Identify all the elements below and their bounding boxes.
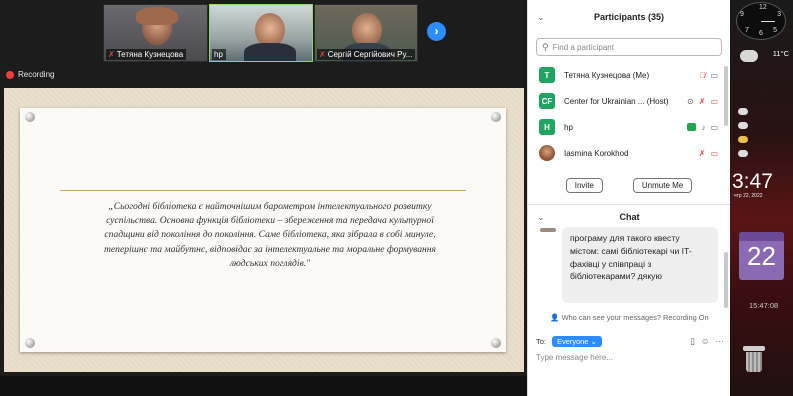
record-icon	[6, 70, 14, 79]
analog-clock-widget: 12 9 3 7 6 5	[736, 2, 786, 40]
chat-input[interactable]	[536, 353, 716, 362]
recycle-bin-icon[interactable]	[743, 346, 765, 374]
video-off-icon[interactable]: ▭	[710, 97, 718, 106]
meeting-bottom-bar	[0, 376, 527, 396]
chat-message: програму для такого квесту містом: самі …	[562, 227, 718, 303]
slide-quote: „Сьогодні бібліотека є найточнішим баром…	[103, 201, 437, 269]
scrollbar[interactable]	[724, 66, 728, 126]
cloud-icon	[738, 150, 748, 157]
desktop-widgets: 12 9 3 7 6 5 11°C 3:47 чтр 22, 2022 22 1…	[730, 0, 793, 396]
participant-row[interactable]: T Тетяна Кузнецова (Me) 🎙̸ ▭	[528, 62, 730, 88]
chevron-down-icon[interactable]: ⌄	[537, 12, 545, 23]
participant-name: Тетяна Кузнецова (Me)	[564, 70, 650, 80]
scrollbar[interactable]	[724, 252, 728, 308]
file-icon[interactable]: ▯	[690, 336, 695, 347]
participant-name: hp	[564, 122, 573, 132]
previous-message-edge	[540, 228, 556, 232]
video-thumbnail-active[interactable]: hp	[209, 4, 313, 62]
thumbnail-name: hp	[214, 50, 223, 59]
video-camera-icon[interactable]: ▭	[710, 71, 718, 80]
pin-icon	[491, 112, 501, 122]
invite-button[interactable]: Invite	[565, 177, 603, 193]
mic-muted-icon: ✗	[108, 50, 115, 59]
panel-divider	[528, 204, 731, 205]
participants-title: Participants (35)	[593, 12, 665, 22]
next-videos-button[interactable]: ›	[427, 22, 446, 41]
screen-share-icon	[687, 123, 697, 131]
participant-list: T Тетяна Кузнецова (Me) 🎙̸ ▭ CF Center f…	[528, 62, 730, 170]
sun-cloud-icon	[738, 136, 748, 143]
participant-search[interactable]: ⚲	[536, 38, 722, 56]
chevron-right-icon: ›	[434, 24, 439, 38]
calendar-widget: 22	[739, 232, 784, 280]
slide-paper: „Сьогодні бібліотека є найточнішим баром…	[20, 108, 506, 352]
avatar	[539, 145, 555, 161]
emoji-icon[interactable]: ☺	[701, 336, 710, 347]
avatar: T	[539, 67, 555, 83]
chat-header: ⌄ Chat	[528, 206, 731, 228]
mic-muted-icon[interactable]: ✗	[699, 149, 706, 158]
message-visibility-link[interactable]: 👤 Who can see your messages? Recording O…	[528, 313, 731, 322]
thumbnail-name: Тетяна Кузнецова	[116, 50, 184, 59]
weather-temperature: 11°C	[772, 49, 789, 58]
unmute-me-button[interactable]: Unmute Me	[632, 177, 693, 193]
participants-header: ⌄ Participants (35)	[528, 0, 730, 34]
cloud-icon	[738, 108, 748, 115]
chat-recipient-row: To: Everyone ⌄ ▯ ☺ ···	[536, 334, 724, 349]
participant-row[interactable]: H hp ♪ ▭	[528, 114, 730, 140]
pin-icon	[491, 338, 501, 348]
thumbnail-name: Сергій Сергійович Ру...	[327, 50, 413, 59]
recording-label: Recording	[18, 70, 55, 79]
avatar: CF	[539, 93, 555, 109]
video-off-icon[interactable]: ▭	[710, 149, 718, 158]
participant-name: Center for Ukrainian ... (Host)	[564, 96, 669, 106]
pin-icon	[25, 338, 35, 348]
chevron-down-icon: ⌄	[590, 337, 597, 346]
cloud-icon	[740, 50, 758, 62]
people-icon: 👤	[550, 313, 560, 322]
clock-date: чтр 22, 2022	[734, 193, 763, 199]
weather-widget: 11°C	[734, 46, 790, 164]
mic-muted-icon: ✗	[319, 50, 326, 59]
chevron-down-icon[interactable]: ⌄	[537, 212, 545, 223]
small-clock: 15:47:08	[749, 301, 779, 310]
slide-divider	[60, 190, 466, 191]
video-thumbnail[interactable]: ✗ Сергій Сергійович Ру...	[314, 4, 418, 62]
mic-icon[interactable]: ♪	[701, 123, 705, 132]
digital-clock: 3:47	[732, 170, 773, 193]
meeting-area: ✗ Тетяна Кузнецова hp ✗ Сергій Сергійович …	[0, 0, 527, 396]
calendar-month	[739, 232, 784, 241]
mic-muted-icon[interactable]: 🎙̸	[699, 71, 705, 80]
more-icon[interactable]: ···	[716, 336, 725, 347]
participant-row[interactable]: Iasmina Korokhod ✗ ▭	[528, 140, 730, 166]
recording-indicator: Recording	[6, 70, 54, 79]
chat-title: Chat	[619, 212, 640, 222]
recipient-dropdown[interactable]: Everyone ⌄	[552, 336, 602, 347]
video-camera-icon[interactable]: ▭	[710, 123, 718, 132]
sidebar-panel: ⌄ Participants (35) ⚲ T Тетяна Кузнецова…	[527, 0, 731, 396]
video-thumbnail[interactable]: ✗ Тетяна Кузнецова	[103, 4, 208, 62]
screen-share-icon: ⊙	[687, 96, 694, 106]
search-input[interactable]	[552, 42, 703, 52]
participant-row[interactable]: CF Center for Ukrainian ... (Host) ⊙ ✗ ▭	[528, 88, 730, 114]
cloud-icon	[738, 122, 748, 129]
mic-muted-icon[interactable]: ✗	[699, 97, 706, 106]
to-label: To:	[536, 337, 547, 346]
search-icon: ⚲	[542, 41, 549, 52]
calendar-day: 22	[747, 241, 776, 271]
participant-actions: Invite Unmute Me	[528, 174, 730, 196]
pin-icon	[25, 112, 35, 122]
avatar: H	[539, 119, 555, 135]
participant-name: Iasmina Korokhod	[564, 148, 629, 158]
shared-screen: „Сьогодні бібліотека є найточнішим баром…	[4, 88, 524, 372]
